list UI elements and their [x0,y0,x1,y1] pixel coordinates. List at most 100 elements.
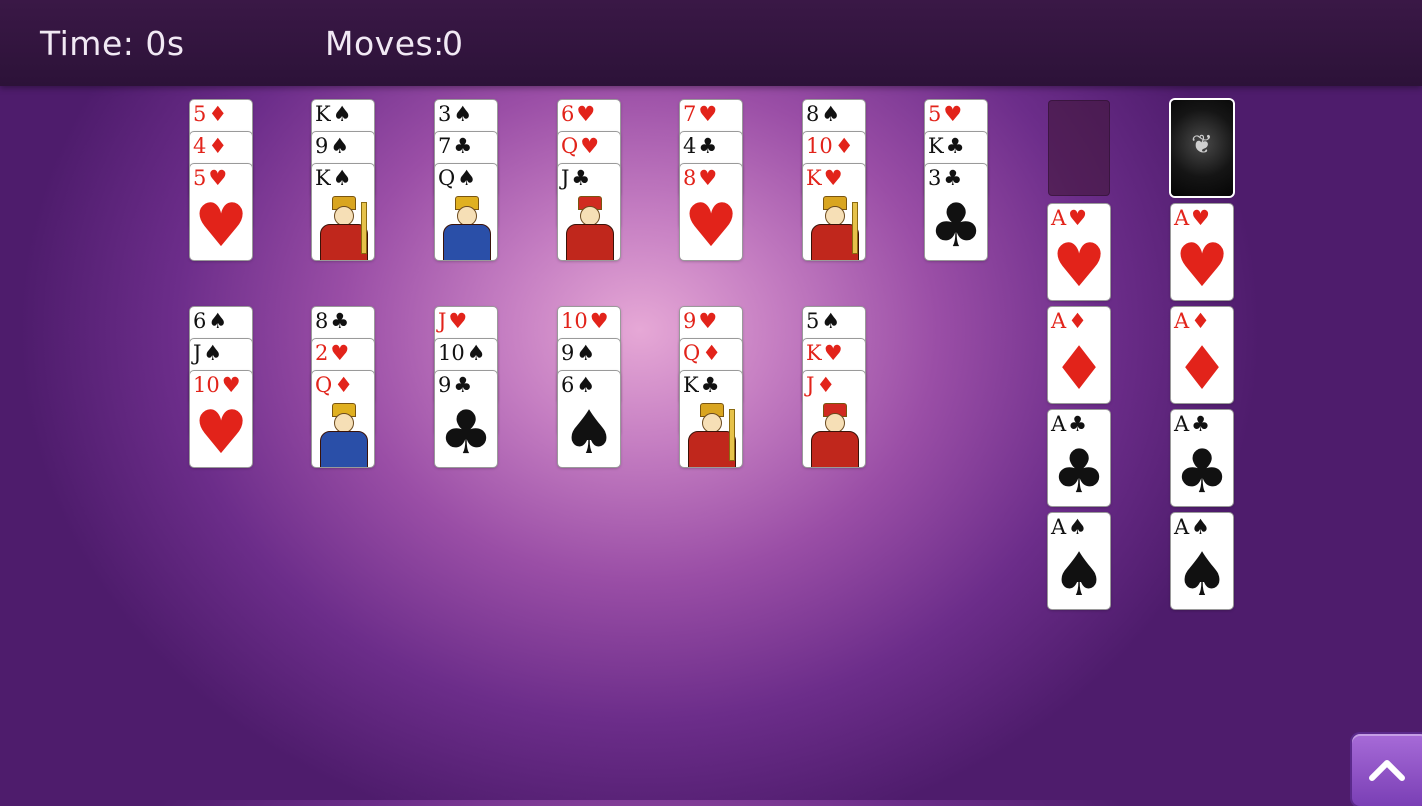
card-index: J♣ [561,165,590,191]
card-suit-icon: ♥ [1191,206,1210,230]
card-rank: 5 [928,102,942,126]
card-suit-icon: ♠ [453,102,473,126]
playing-card[interactable]: A♦ ♦ [1171,307,1233,403]
card-index: Q♦ [683,340,721,366]
card-index: Q♥ [561,133,599,159]
playing-card[interactable]: 6♠ ♠ [558,371,620,467]
card-suit-icon: ♠ [576,373,596,397]
card-index: A♦ [1174,308,1210,334]
card-rank: 9 [315,134,329,158]
card-index: 6♠ [193,308,227,334]
card-suit-icon: ♠ [821,102,841,126]
card-rank: 10 [193,373,220,397]
playing-card[interactable]: A♠ ♠ [1048,513,1110,609]
card-index: 5♥ [193,165,227,191]
playing-card[interactable]: A♥ ♥ [1048,204,1110,300]
large-suit-icon: ♥ [194,191,248,260]
card-rank: A [1174,309,1190,333]
card-index: 3♣ [928,165,962,191]
card-rank: 5 [806,309,820,333]
card-rank: A [1174,515,1190,539]
card-index: A♥ [1174,205,1210,231]
card-suit-icon: ♥ [943,102,963,126]
large-suit-icon: ♣ [929,191,983,260]
playing-card[interactable]: Q♠ [435,164,497,260]
card-index: 2♥ [315,340,349,366]
card-rank: 8 [315,309,329,333]
card-rank: K [806,166,822,190]
playing-card[interactable]: 10♥ ♥ [190,371,252,467]
card-suit-icon: ♣ [1191,412,1210,436]
large-suit-icon: ♠ [1052,540,1106,609]
card-suit-icon: ♥ [448,309,468,333]
playing-card[interactable]: A♠ ♠ [1171,513,1233,609]
card-suit-icon: ♥ [221,373,241,397]
playing-card[interactable]: J♣ [558,164,620,260]
card-suit-icon: ♣ [571,166,591,190]
card-index: K♣ [683,372,720,398]
playing-card[interactable]: J♦ [803,371,865,467]
playing-card[interactable]: K♣ [680,371,742,467]
card-rank: 9 [561,341,575,365]
playing-card[interactable]: A♣ ♣ [1171,410,1233,506]
card-rank: Q [315,373,333,397]
playing-card[interactable]: A♣ ♣ [1048,410,1110,506]
card-suit-icon: ♦ [834,134,854,158]
card-index: 7♥ [683,101,717,127]
playing-card[interactable]: K♠ [312,164,374,260]
stock-pile[interactable]: ❦ [1171,100,1233,196]
card-rank: 9 [683,309,697,333]
card-rank: 9 [438,373,452,397]
card-suit-icon: ♠ [208,309,228,333]
card-index: J♥ [438,308,467,334]
card-suit-icon: ♦ [1068,309,1087,333]
card-index: 9♥ [683,308,717,334]
ornament-icon: ❦ [1191,130,1213,160]
card-rank: 8 [806,102,820,126]
card-suit-icon: ♣ [945,134,965,158]
card-suit-icon: ♠ [1068,515,1087,539]
card-rank: 10 [561,309,588,333]
card-index: Q♦ [315,372,353,398]
card-suit-icon: ♠ [1191,515,1210,539]
card-index: 8♠ [806,101,840,127]
playing-card[interactable]: 5♥ ♥ [190,164,252,260]
card-suit-icon: ♦ [702,341,722,365]
playing-card[interactable]: 3♣ ♣ [925,164,987,260]
card-index: 9♠ [561,340,595,366]
card-index: A♣ [1051,411,1087,437]
king-portrait [807,194,861,260]
card-index: K♥ [806,340,843,366]
card-index: A♠ [1051,514,1087,540]
card-rank: J [561,166,570,190]
playing-card[interactable]: A♦ ♦ [1048,307,1110,403]
card-suit-icon: ♥ [330,341,350,365]
card-suit-icon: ♣ [453,373,473,397]
card-index: 10♠ [438,340,486,366]
card-suit-icon: ♥ [823,341,843,365]
large-suit-icon: ♥ [1052,231,1106,300]
playing-card[interactable]: A♥ ♥ [1171,204,1233,300]
menu-expand-button[interactable] [1352,734,1422,806]
waste-slot-empty[interactable] [1048,100,1110,196]
card-index: A♥ [1051,205,1087,231]
playing-card[interactable]: Q♦ [312,371,374,467]
card-rank: 4 [683,134,697,158]
card-rank: 10 [438,341,465,365]
card-suit-icon: ♠ [203,341,223,365]
playing-card[interactable]: 9♣ ♣ [435,371,497,467]
card-suit-icon: ♠ [576,341,596,365]
large-suit-icon: ♠ [562,398,616,467]
card-rank: A [1174,412,1190,436]
card-index: 10♥ [193,372,241,398]
large-suit-icon: ♦ [1175,334,1229,403]
card-suit-icon: ♦ [334,373,354,397]
card-rank: 5 [193,166,207,190]
playing-card[interactable]: 8♥ ♥ [680,164,742,260]
card-suit-icon: ♣ [330,309,350,333]
card-suit-icon: ♥ [698,166,718,190]
card-suit-icon: ♦ [208,134,228,158]
card-suit-icon: ♥ [576,102,596,126]
card-rank: 7 [683,102,697,126]
playing-card[interactable]: K♥ [803,164,865,260]
